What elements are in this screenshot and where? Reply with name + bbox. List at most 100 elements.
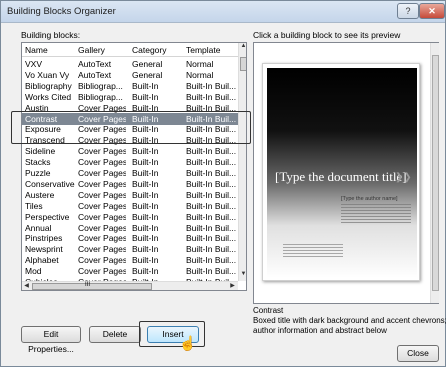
cell-template: Built-In Buil... — [186, 222, 236, 233]
cell-template: Built-In Buil... — [186, 255, 236, 266]
cell-name: Pinstripes — [25, 233, 63, 244]
column-header-name[interactable]: Name — [25, 45, 75, 55]
cell-gallery: Bibliograp... — [78, 91, 123, 102]
cell-name: Sideline — [25, 146, 56, 157]
list-header: Name Gallery Category Template — [22, 43, 238, 57]
cell-template: Built-In Buil... — [186, 168, 236, 178]
cell-name: Conservative — [25, 178, 75, 189]
cell-gallery: Cover Pages — [78, 244, 126, 255]
cell-template: Built-In Buil... — [186, 135, 236, 146]
cell-template: Built-In Buil... — [186, 233, 236, 244]
help-button[interactable]: ? — [397, 3, 419, 19]
preview-abstract-lines — [341, 204, 411, 224]
cell-name: Austere — [25, 189, 55, 200]
preview-author: [Type the author name] — [341, 196, 398, 202]
cell-category: Built-In — [132, 233, 159, 244]
scroll-left-arrow-icon[interactable]: ◀ — [22, 282, 31, 290]
cell-category: Built-In — [132, 222, 159, 233]
building-blocks-list[interactable]: Name Gallery Category Template VXV AutoTe… — [21, 42, 247, 291]
building-blocks-organizer-dialog: Building Blocks Organizer ? ✕ Building b… — [0, 0, 446, 367]
cell-category: Built-In — [132, 146, 159, 157]
cell-category: Built-In — [132, 102, 159, 113]
cell-category: Built-In — [132, 244, 159, 255]
window-close-button[interactable]: ✕ — [419, 3, 445, 19]
block-name: Contrast — [253, 306, 284, 315]
cell-category: Built-In — [132, 211, 159, 222]
close-button[interactable]: Close — [397, 345, 439, 362]
cover-page-preview: [Type the document title] ❯❯ [Type the a… — [262, 63, 420, 281]
scroll-down-arrow-icon[interactable]: ▼ — [239, 271, 246, 281]
cell-gallery: Cover Pages — [78, 135, 126, 146]
cell-gallery: Cover Pages — [78, 266, 126, 277]
cell-name: Transcend — [25, 135, 65, 146]
cell-gallery: Bibliograp... — [78, 80, 123, 91]
cell-gallery: Cover Pages — [78, 255, 126, 266]
cell-name: VXV — [25, 59, 43, 69]
cell-category: Built-In — [132, 189, 159, 200]
block-description-text: Boxed title with dark background and acc… — [253, 316, 446, 335]
cell-category: Built-In — [132, 113, 159, 124]
cell-category: Built-In — [132, 80, 159, 91]
cell-category: Built-In — [132, 178, 159, 189]
cell-gallery: Cover Pages — [78, 157, 126, 168]
cell-template: Built-In Buil... — [186, 266, 236, 277]
cell-gallery: Cover Pages — [78, 124, 126, 135]
cell-gallery: Cover Pages — [78, 146, 126, 157]
cell-template: Built-In Buil... — [186, 178, 236, 189]
preview-label: Click a building block to see its previe… — [253, 30, 401, 40]
column-header-template[interactable]: Template — [186, 45, 236, 55]
cell-gallery: AutoText — [78, 69, 112, 80]
cell-template: Built-In Buil... — [186, 113, 236, 124]
scroll-right-arrow-icon[interactable]: ▶ — [228, 282, 237, 290]
cell-gallery: Cover Pages — [78, 222, 126, 233]
cell-name: Works Cited — [25, 91, 72, 102]
preview-pane: [Type the document title] ❯❯ [Type the a… — [253, 42, 439, 304]
column-header-category[interactable]: Category — [132, 45, 180, 55]
cell-template: Built-In Buil... — [186, 146, 236, 157]
cell-template: Built-In Buil... — [186, 102, 236, 113]
mouse-cursor-icon: ☝ — [179, 335, 197, 351]
preview-scroll-thumb[interactable] — [432, 55, 439, 291]
scroll-thumb[interactable] — [240, 57, 246, 71]
building-blocks-label: Building blocks: — [21, 30, 81, 40]
scroll-up-arrow-icon[interactable]: ▲ — [239, 43, 246, 53]
list-vertical-scrollbar[interactable]: ▲ ▼ — [238, 43, 246, 281]
cell-name: Mod — [25, 266, 42, 277]
chevron-down-icon: ❯❯ — [395, 172, 412, 183]
cell-name: Tiles — [25, 200, 43, 211]
cell-template: Normal — [186, 59, 214, 69]
cell-gallery: Cover Pages — [78, 233, 126, 244]
cell-category: General — [132, 69, 163, 80]
cell-template: Normal — [186, 69, 214, 80]
cell-category: Built-In — [132, 124, 159, 135]
cell-template: Built-In Buil... — [186, 157, 236, 168]
block-description: Contrast Boxed title with dark backgroun… — [253, 306, 446, 336]
cell-category: Built-In — [132, 91, 159, 102]
cell-category: Built-In — [132, 255, 159, 266]
cell-name: Stacks — [25, 157, 51, 168]
cell-category: Built-In — [132, 135, 159, 146]
cell-name: Puzzle — [25, 168, 51, 178]
column-header-gallery[interactable]: Gallery — [78, 45, 126, 55]
cell-gallery: Cover Pages — [78, 211, 126, 222]
hscroll-thumb[interactable]: III — [32, 282, 152, 290]
cell-category: General — [132, 59, 163, 69]
cell-name: Annual — [25, 222, 52, 233]
cell-name: Perspective — [25, 211, 70, 222]
cell-category: Built-In — [132, 266, 159, 277]
cell-gallery: Cover Pages — [78, 168, 126, 178]
cell-name: Alphabet — [25, 255, 59, 266]
preview-scrollbar[interactable] — [430, 43, 439, 303]
cell-template: Built-In Buil... — [186, 80, 236, 91]
cell-template: Built-In Buil... — [186, 200, 236, 211]
cell-gallery: Cover Pages — [78, 200, 126, 211]
cell-category: Built-In — [132, 168, 159, 178]
cell-name: Vo Xuan Vy — [25, 69, 70, 80]
edit-properties-button[interactable]: Edit Properties... — [21, 326, 81, 354]
list-horizontal-scrollbar[interactable]: ◀ III ▶ — [22, 281, 238, 290]
cell-name: Austin — [25, 102, 49, 113]
delete-button[interactable]: Delete — [89, 326, 141, 343]
cell-gallery: AutoText — [78, 59, 112, 69]
cell-name: Newsprint — [25, 244, 63, 255]
cell-gallery: Cover Pages — [78, 189, 126, 200]
